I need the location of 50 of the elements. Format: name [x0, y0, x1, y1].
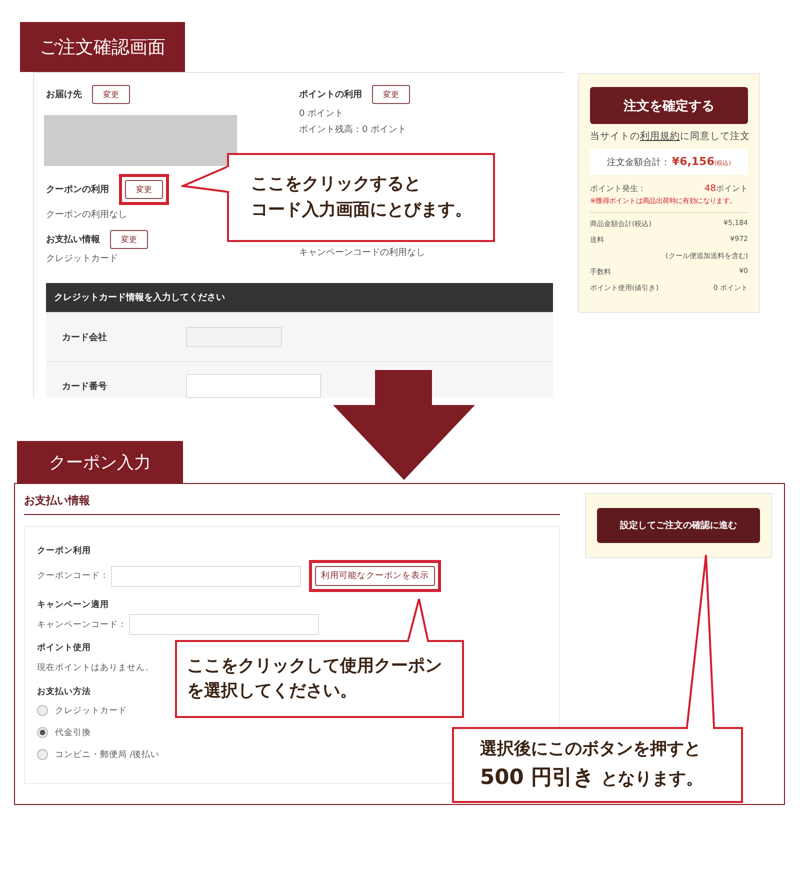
callout-pointer: [181, 164, 231, 194]
radio-button[interactable]: [37, 705, 48, 716]
field-value: クーポンの利用なし: [46, 208, 127, 221]
field-label: お届け先: [46, 88, 82, 101]
group-label: キャンペーン適用: [37, 599, 109, 611]
points-label: ポイント発生：: [590, 183, 646, 194]
field-label: お支払い情報: [46, 233, 100, 246]
callout: ここをクリックすると コード入力画面にとびます。: [227, 153, 495, 242]
radio-label: 代金引換: [55, 726, 91, 738]
proceed-button[interactable]: 設定してご注文の確認に進む: [597, 508, 760, 543]
input-field[interactable]: [186, 374, 321, 398]
change-button[interactable]: 変更: [110, 230, 148, 249]
coupon-code-field[interactable]: [111, 566, 301, 586]
radio-label: コンビニ・郵便局 /後払い: [55, 748, 160, 760]
group-label: クーポン利用: [37, 545, 91, 557]
campaign-code-field[interactable]: [129, 614, 319, 635]
total-value: ¥6,156: [672, 155, 714, 168]
callout: ここをクリックして使用クーポン を選択してください。: [175, 640, 464, 718]
points-unit: ポイント: [716, 184, 748, 193]
field-label: カード番号: [62, 380, 108, 392]
change-button[interactable]: 変更: [125, 180, 163, 199]
field-label: キャンペーンコード：: [37, 618, 127, 630]
field-label: カード会社: [62, 331, 108, 344]
field-value: ポイント残高：0 ポイント: [299, 124, 407, 136]
show-coupons-button[interactable]: 利用可能なクーポンを表示: [315, 566, 435, 586]
total-label: 注文金額合計：: [606, 158, 670, 168]
callout: 選択後にこのボタンを押すと 500 円引き となります。: [452, 727, 743, 803]
field-label: クーポンコード：: [37, 570, 109, 582]
field-label: ポイントの利用: [299, 88, 362, 101]
field-value: 0 ポイント: [299, 108, 344, 120]
section-title: クーポン入力: [17, 441, 183, 483]
terms-link[interactable]: 利用規約: [640, 131, 680, 142]
group-label: お支払い方法: [37, 686, 91, 698]
radio-button[interactable]: [37, 727, 48, 738]
radio-label: クレジットカード: [55, 704, 127, 716]
terms-text: 当サイトの利用規約 に同意して注文: [590, 130, 748, 143]
change-button[interactable]: 変更: [92, 85, 130, 104]
field-value: クレジットカード: [46, 253, 118, 265]
field-label: クーポンの利用: [46, 183, 109, 196]
change-button[interactable]: 変更: [372, 85, 410, 104]
points-text: 現在ポイントはありません。: [37, 662, 154, 675]
form-heading: クレジットカード情報を入力してください: [46, 283, 553, 312]
group-label: ポイント使用: [37, 642, 91, 654]
input-field[interactable]: [186, 327, 282, 347]
confirm-order-button[interactable]: 注文を確定する: [590, 87, 748, 124]
section-heading: お支払い情報: [24, 493, 560, 515]
points-value: 48: [704, 184, 716, 194]
section-title: ご注文確認画面: [20, 22, 185, 72]
field-value: キャンペーンコードの利用なし: [299, 246, 425, 259]
radio-button[interactable]: [37, 749, 48, 760]
